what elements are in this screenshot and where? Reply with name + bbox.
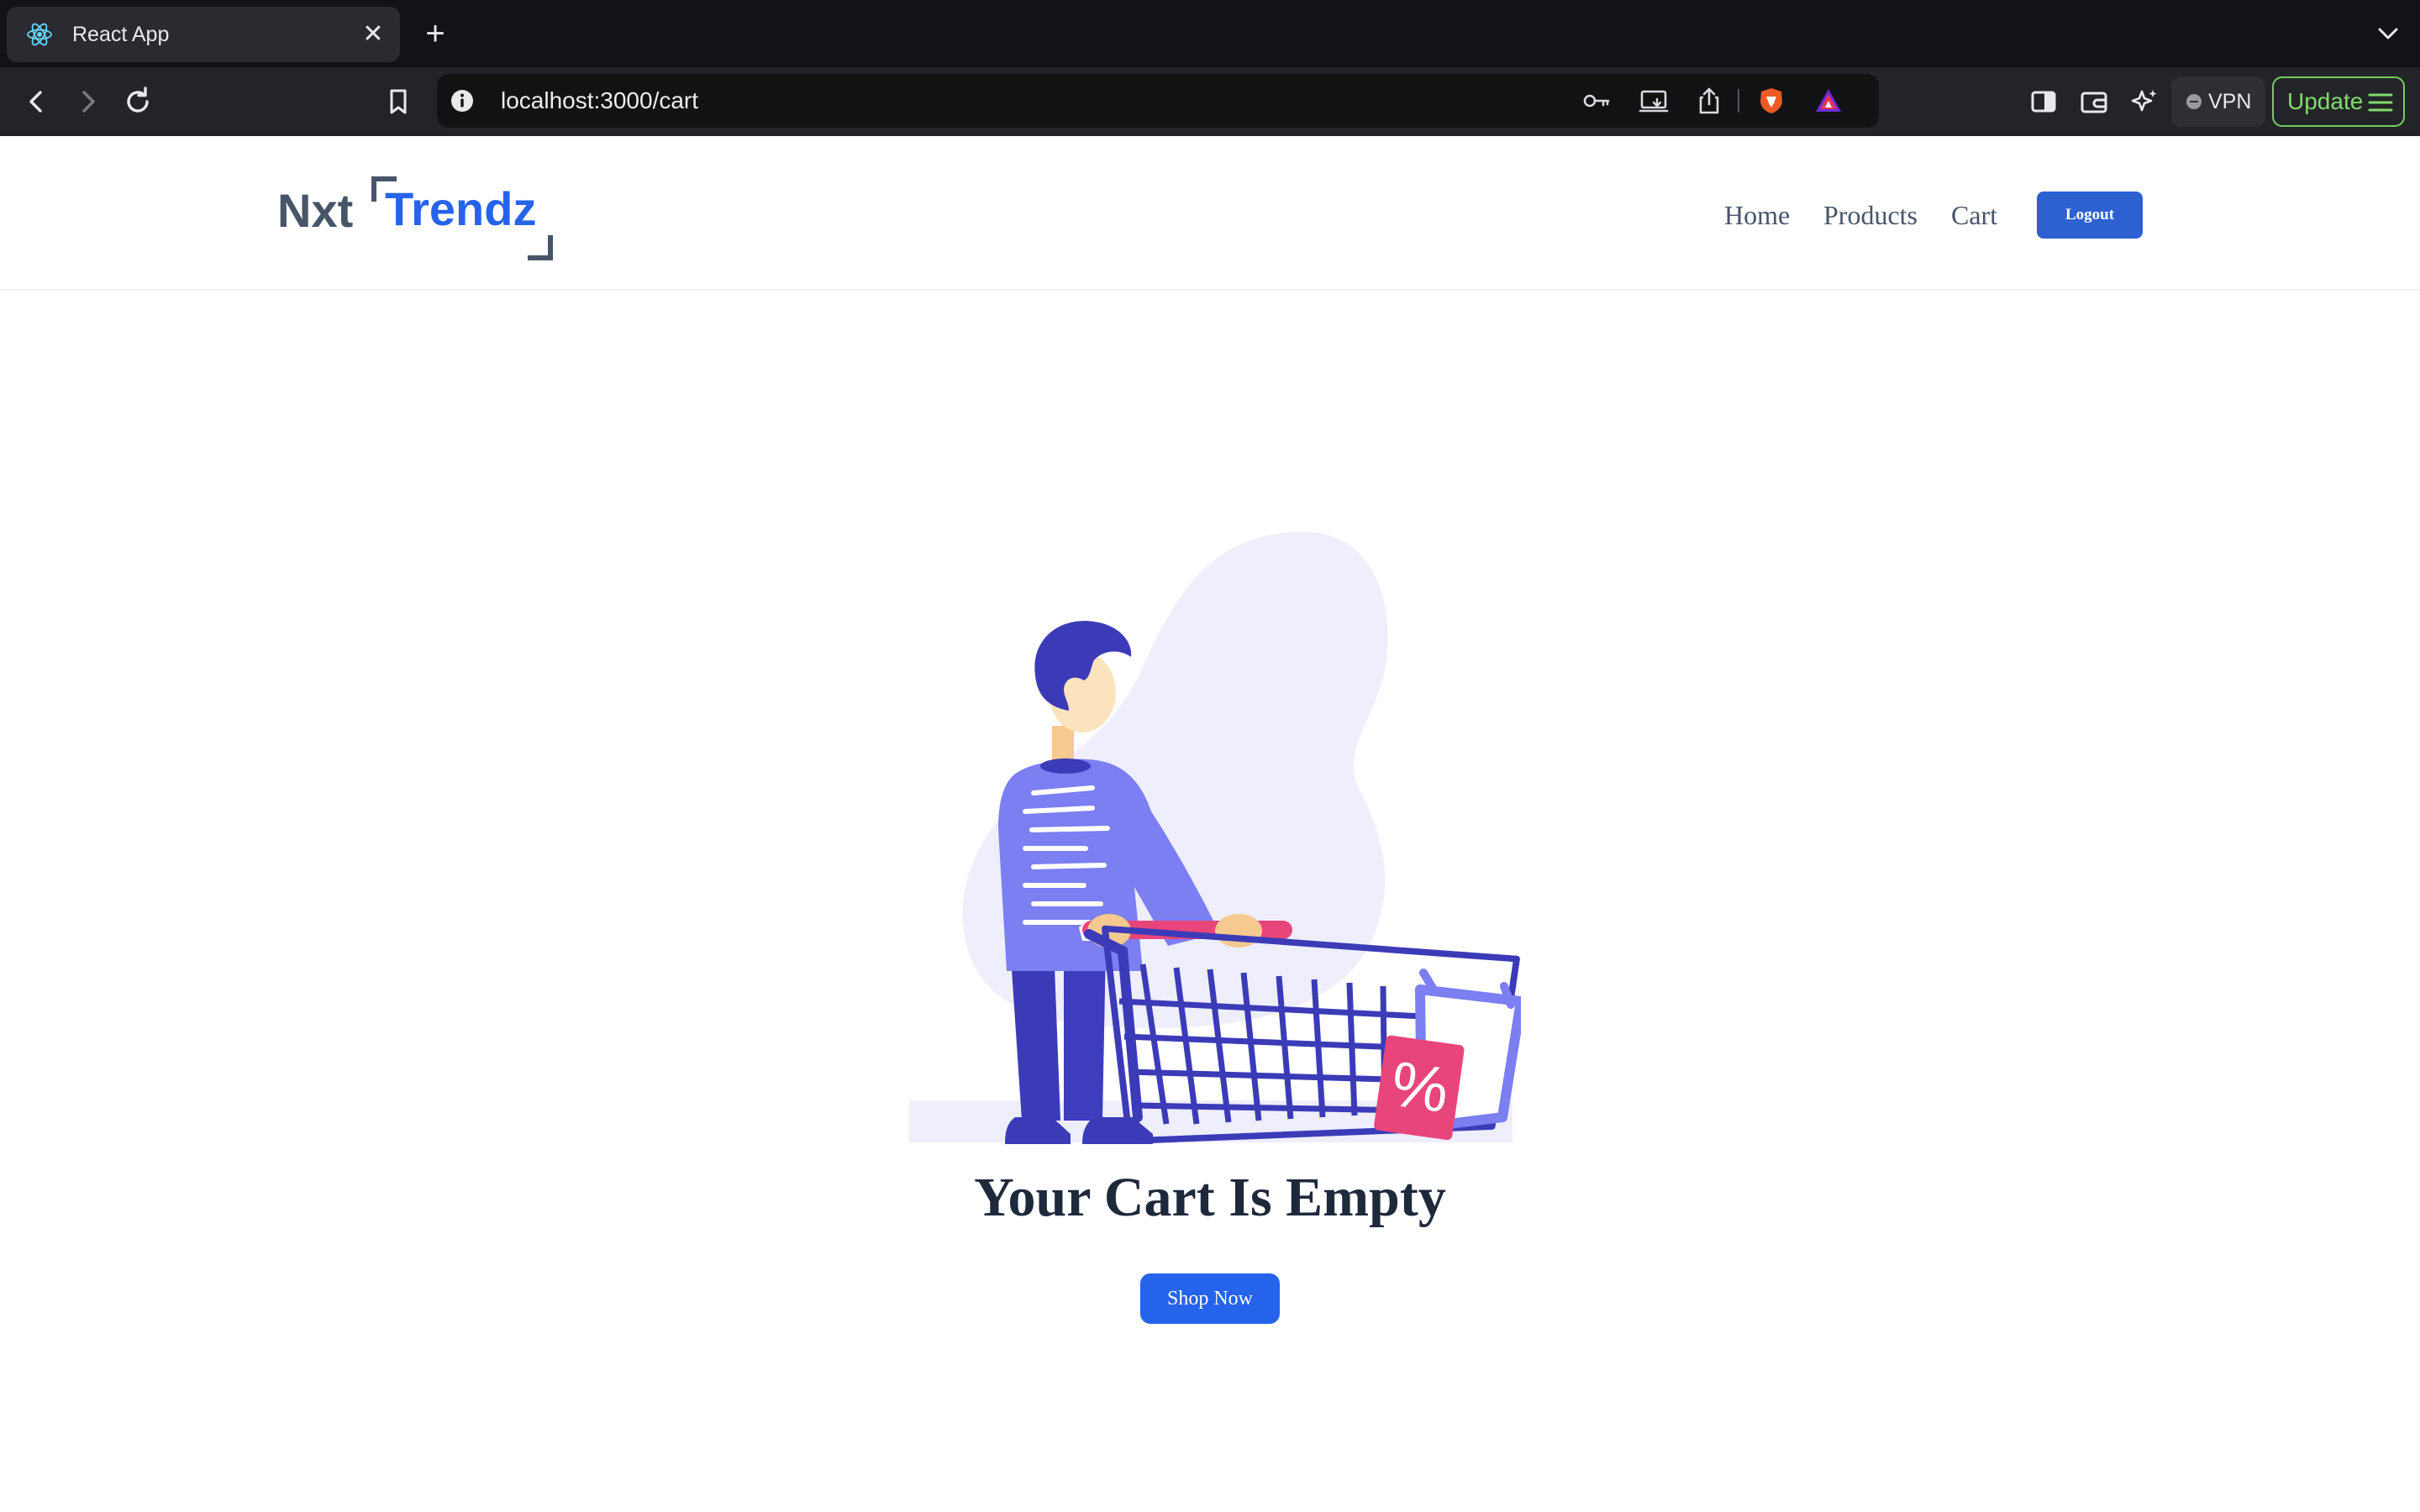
logo-bracket-bottom (528, 235, 553, 260)
browser-tab[interactable]: React App ✕ (7, 7, 400, 62)
tab-title: React App (72, 23, 170, 46)
brave-rewards-icon[interactable] (1813, 86, 1844, 116)
logo-text-nxt: Nxt (277, 184, 354, 237)
bookmark-icon[interactable] (380, 83, 417, 120)
url-text[interactable]: localhost:3000/cart (501, 74, 698, 128)
key-icon[interactable] (1581, 86, 1612, 116)
address-bar[interactable]: localhost:3000/cart (437, 74, 1879, 128)
new-tab-button[interactable]: + (418, 17, 452, 50)
wallet-icon[interactable] (2077, 85, 2111, 118)
cast-icon[interactable] (1639, 86, 1669, 116)
nav-home-link[interactable]: Home (1724, 200, 1790, 231)
browser-tab-strip: React App ✕ + (0, 0, 2420, 67)
nav-products-link[interactable]: Products (1823, 200, 1918, 231)
page: Nxt Trendz Home Products Cart Logout % Y… (0, 136, 2420, 1512)
update-button[interactable]: Update (2272, 76, 2405, 127)
brave-shield-icon[interactable] (1756, 86, 1786, 116)
react-icon (27, 23, 52, 46)
empty-cart-title: Your Cart Is Empty (974, 1167, 1446, 1228)
info-icon[interactable] (449, 87, 476, 114)
collar-shape (1040, 759, 1091, 774)
reload-icon[interactable] (119, 83, 156, 120)
share-icon[interactable] (1694, 86, 1724, 116)
site-header: Nxt Trendz Home Products Cart Logout (0, 136, 2420, 291)
chevron-down-icon[interactable] (2371, 17, 2405, 50)
close-icon[interactable]: ✕ (358, 19, 388, 50)
logout-button[interactable]: Logout (2037, 192, 2143, 239)
forward-icon[interactable] (69, 83, 106, 120)
leo-ai-icon[interactable] (2128, 85, 2161, 118)
shop-now-button[interactable]: Shop Now (1140, 1273, 1280, 1324)
empty-cart-illustration: % (909, 531, 1521, 1144)
update-label: Update (2287, 88, 2364, 114)
vpn-status-icon (2186, 94, 2202, 109)
browser-toolbar: localhost:3000/cart VPN Update (0, 67, 2420, 136)
vpn-button[interactable]: VPN (2171, 76, 2265, 127)
divider (1738, 89, 1739, 113)
logo-text-trendz: Trendz (385, 182, 537, 235)
percent-sign: % (1387, 1048, 1454, 1127)
nav-cart-link[interactable]: Cart (1951, 200, 1997, 231)
vpn-label: VPN (2208, 90, 2252, 113)
site-logo[interactable]: Nxt Trendz (277, 176, 563, 260)
back-icon[interactable] (18, 83, 55, 120)
menu-icon (2368, 93, 2393, 112)
sidebar-icon[interactable] (2027, 85, 2060, 118)
